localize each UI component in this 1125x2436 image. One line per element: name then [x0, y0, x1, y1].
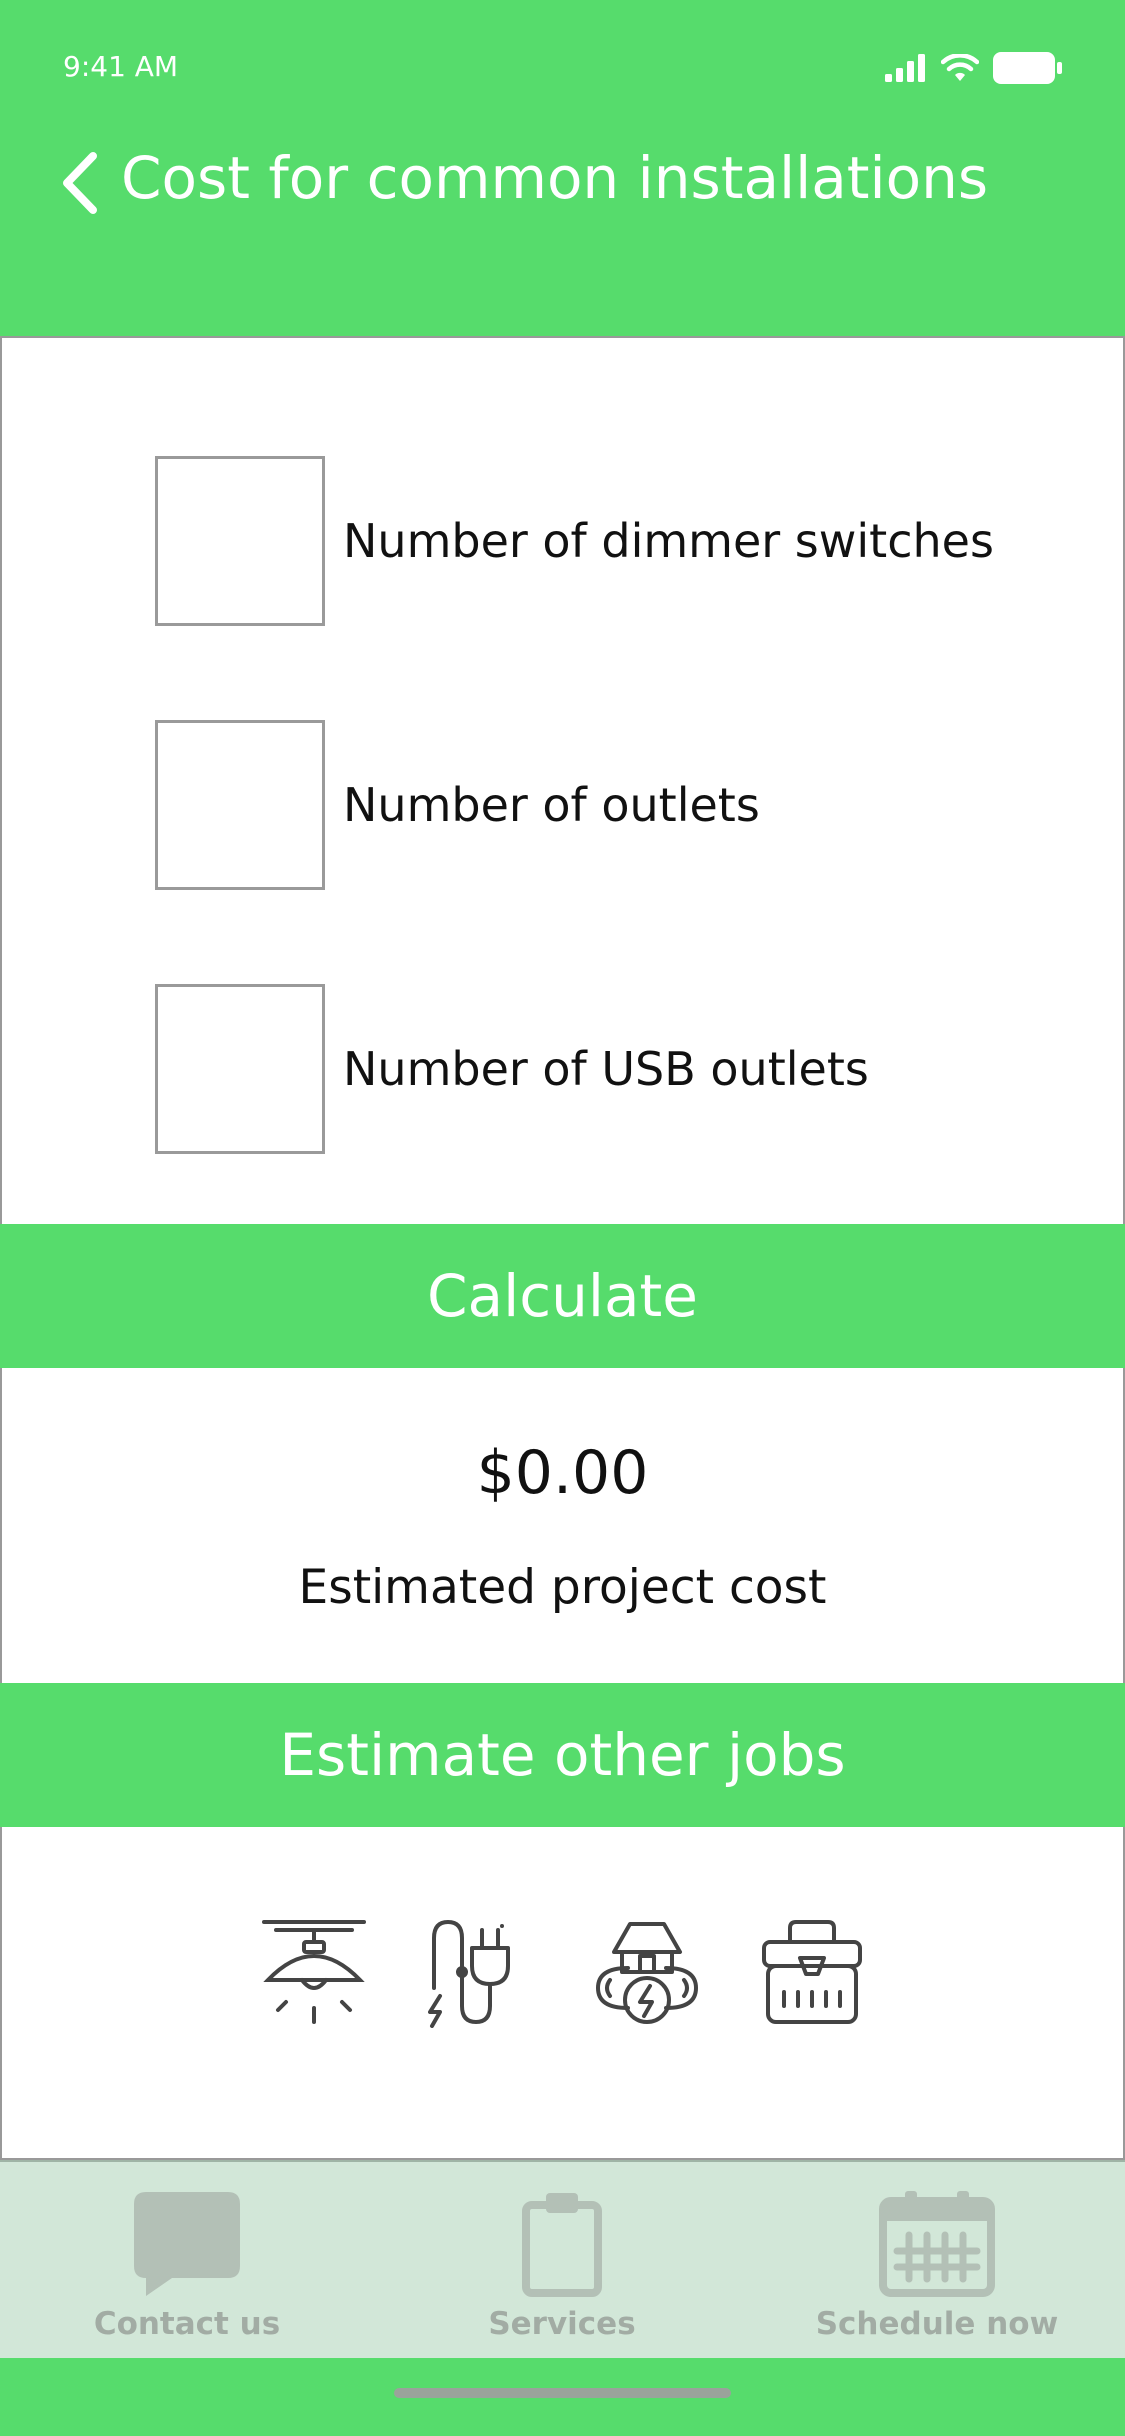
wifi-icon [941, 54, 979, 81]
clipboard-icon [522, 2193, 602, 2297]
tab-services-label: Services [488, 2306, 636, 2342]
estimated-cost-label: Estimated project cost [298, 1560, 827, 1615]
dimmer-switches-row: Number of dimmer switches [155, 456, 1055, 626]
calculate-label: Calculate [427, 1262, 698, 1330]
dimmer-switches-label: Number of dimmer switches [343, 514, 994, 568]
outlets-label: Number of outlets [343, 778, 760, 832]
tab-contact-us-label: Contact us [93, 2306, 281, 2342]
usb-outlets-input[interactable] [155, 984, 325, 1154]
home-energy-icon[interactable] [594, 1918, 698, 2028]
tab-schedule-now-label: Schedule now [815, 2306, 1059, 2342]
toolbox-icon[interactable] [760, 1918, 864, 2028]
tab-services[interactable]: Services [412, 2188, 712, 2342]
usb-outlets-row: Number of USB outlets [155, 984, 1055, 1154]
home-indicator [394, 2388, 731, 2398]
outlets-row: Number of outlets [155, 720, 1055, 890]
status-time: 9:41 AM [63, 50, 179, 83]
tab-contact-us[interactable]: Contact us [37, 2188, 337, 2342]
calculate-button[interactable]: Calculate [0, 1224, 1125, 1368]
status-bar: 9:41 AM [0, 0, 1125, 132]
back-button[interactable] [54, 148, 104, 218]
dimmer-switches-input[interactable] [155, 456, 325, 626]
electric-plug-icon[interactable] [427, 1918, 532, 2028]
tab-schedule-now[interactable]: Schedule now [787, 2188, 1087, 2342]
battery-icon [993, 52, 1062, 84]
page-title: Cost for common installations [121, 144, 989, 212]
estimate-other-jobs-title: Estimate other jobs [279, 1721, 846, 1789]
calendar-icon [879, 2191, 995, 2297]
chat-bubble-icon [134, 2192, 240, 2296]
outlets-input[interactable] [155, 720, 325, 890]
status-icons [885, 52, 1063, 84]
usb-outlets-label: Number of USB outlets [343, 1042, 869, 1096]
estimate-other-jobs-header: Estimate other jobs [0, 1683, 1125, 1827]
ceiling-lamp-icon[interactable] [261, 1918, 366, 2028]
tab-bar: Contact us Services Schedule now [0, 2160, 1125, 2358]
estimated-cost-value: $0.00 [476, 1438, 649, 1508]
other-jobs-icons [0, 1918, 1125, 2028]
chevron-left-icon [63, 152, 97, 214]
signal-icon [885, 54, 925, 82]
